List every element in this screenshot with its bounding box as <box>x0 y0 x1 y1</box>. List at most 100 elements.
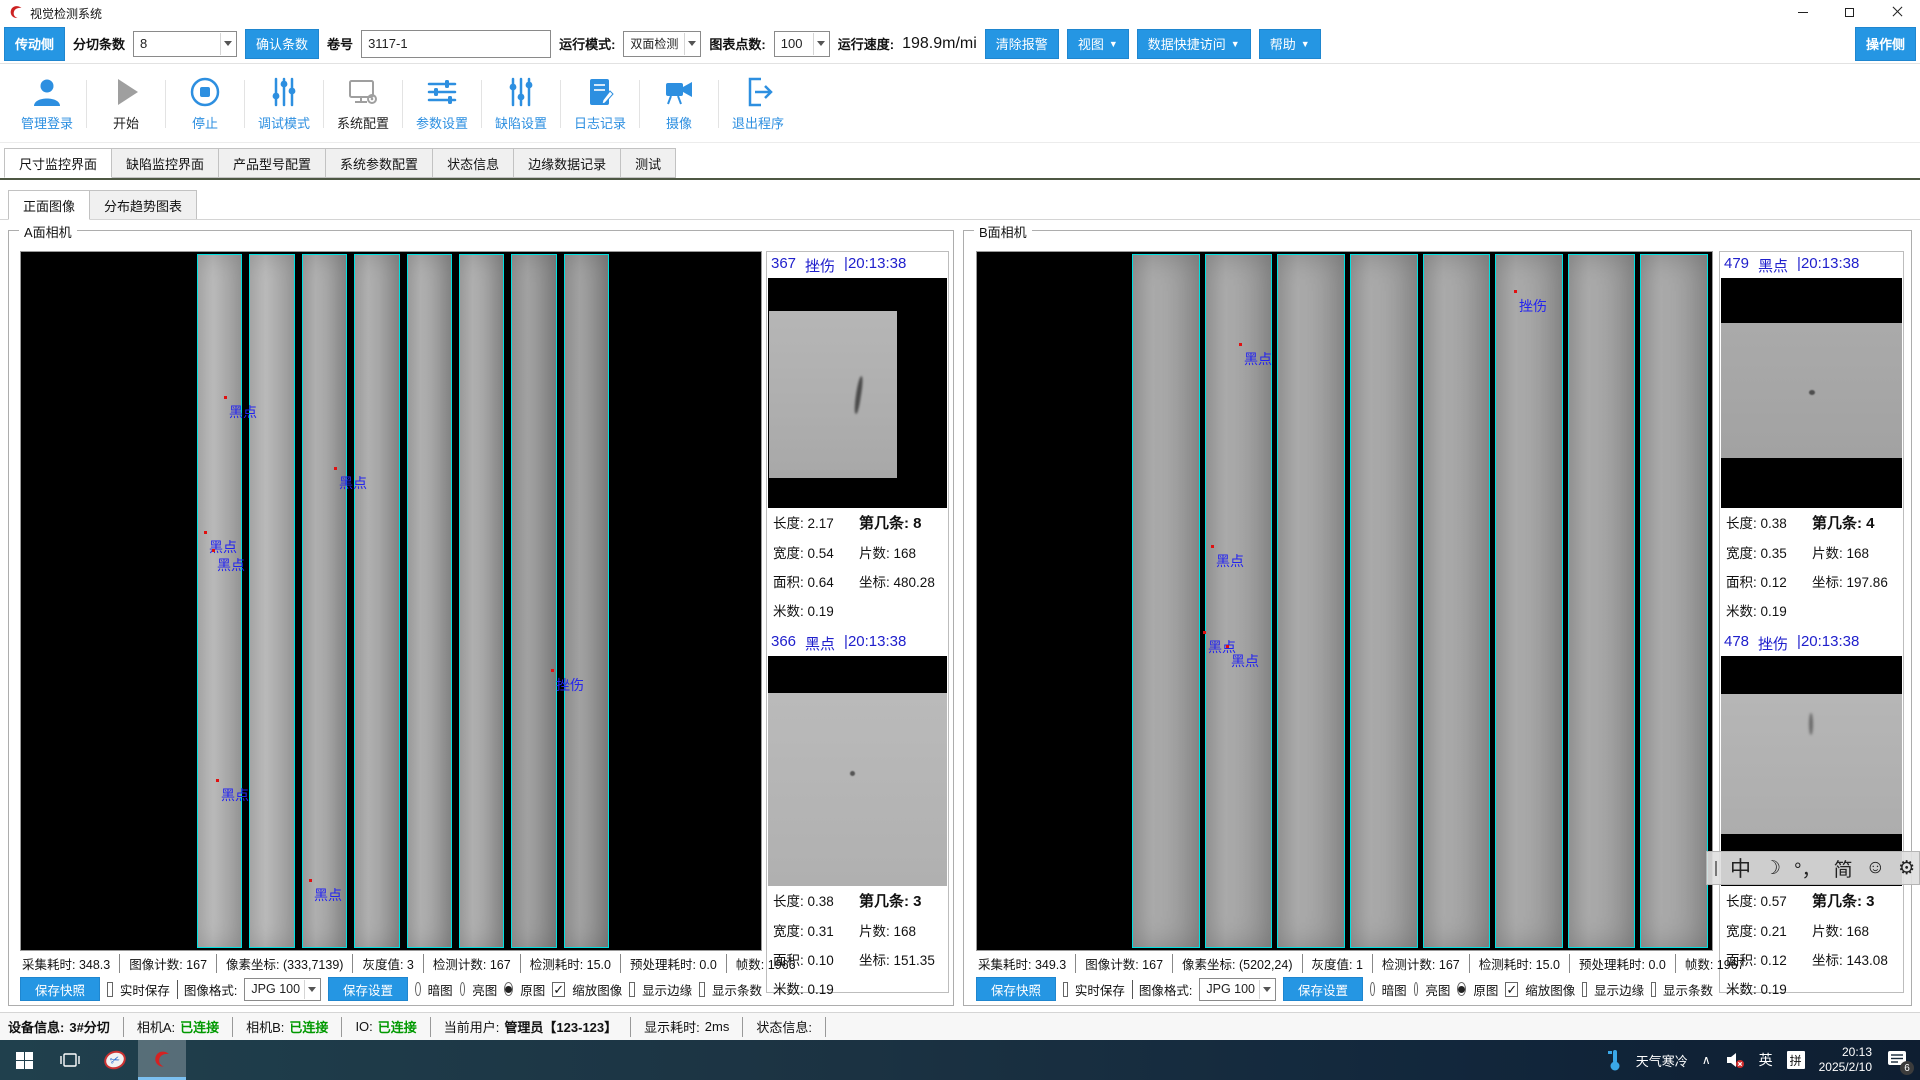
debug-mode-button[interactable]: 调试模式 <box>245 69 323 139</box>
stat-meter: 米数: 0.19 <box>1726 978 1812 998</box>
defect-type: 挫伤 <box>1758 633 1788 654</box>
stat-length: 长度: 0.57 <box>1726 890 1812 911</box>
tab-test[interactable]: 测试 <box>621 148 676 178</box>
ime-settings-gear-icon[interactable]: ⚙ <box>1898 857 1915 880</box>
view-menu-label: 视图 <box>1078 34 1104 53</box>
tab-product-model-config[interactable]: 产品型号配置 <box>219 148 326 178</box>
stop-button[interactable]: 停止 <box>166 69 244 139</box>
defect-settings-button[interactable]: 缺陷设置 <box>482 69 560 139</box>
defect-id: 478 <box>1724 633 1749 654</box>
menu-caret-icon: ▼ <box>1231 39 1240 49</box>
taskbar-clock[interactable]: 20:13 2025/2/10 <box>1819 1045 1872 1075</box>
defect-annotation-label: 黑点 <box>1231 651 1259 671</box>
original-image-radio[interactable] <box>504 982 513 996</box>
minimize-button[interactable] <box>1779 0 1826 24</box>
vision-app-taskbar-button[interactable] <box>138 1040 186 1080</box>
ime-punctuation-icon[interactable]: °， <box>1794 855 1821 882</box>
realtime-save-label: 实时保存 <box>1075 980 1125 999</box>
show-edge-checkbox[interactable] <box>629 982 635 997</box>
bright-image-radio[interactable] <box>1414 982 1419 996</box>
ime-simplified-button[interactable]: 简 <box>1834 855 1853 882</box>
defect-annotation-label: 黑点 <box>221 785 249 805</box>
view-menu-button[interactable]: 视图▼ <box>1067 29 1129 59</box>
data-quick-access-menu-button[interactable]: 数据快捷访问▼ <box>1137 29 1251 59</box>
tab-defect-monitor[interactable]: 缺陷监控界面 <box>112 148 219 178</box>
dark-image-radio[interactable] <box>1370 982 1375 996</box>
exit-icon <box>741 75 775 109</box>
subtab-distribution-trend-chart[interactable]: 分布趋势图表 <box>90 190 197 220</box>
dark-image-radio[interactable] <box>415 982 421 996</box>
defect-annotation-label: 黑点 <box>229 402 257 422</box>
tab-edge-data-record[interactable]: 边缘数据记录 <box>514 148 621 178</box>
roll-number-input[interactable] <box>361 30 551 58</box>
run-mode-select[interactable]: 双面检测 <box>623 31 701 57</box>
speaker-muted-icon[interactable] <box>1725 1051 1745 1069</box>
subtab-front-image[interactable]: 正面图像 <box>8 190 90 220</box>
show-strip-count-checkbox[interactable] <box>699 982 705 997</box>
parameter-settings-button[interactable]: 参数设置 <box>403 69 481 139</box>
clear-alarm-button[interactable]: 清除报警 <box>985 29 1059 59</box>
transmission-side-button[interactable]: 传动侧 <box>4 27 65 61</box>
weather-text[interactable]: 天气寒冷 <box>1636 1051 1688 1070</box>
chart-points-value: 100 <box>781 36 803 51</box>
language-indicator[interactable]: 英 <box>1759 1050 1773 1070</box>
maximize-button[interactable] <box>1826 0 1873 24</box>
defect-card[interactable]: 366 黑点 |20:13:38 长度: 0.38 第几条: 3 宽度: 0.3… <box>767 630 948 998</box>
task-view-button[interactable] <box>48 1040 92 1080</box>
defect-card[interactable]: 478 挫伤 |20:13:38 长度: 0.57 第几条: 3 宽度: 0.2… <box>1720 630 1903 998</box>
defect-card[interactable]: 479 黑点 |20:13:38 长度: 0.38 第几条: 4 宽度: 0.3… <box>1720 252 1903 620</box>
notification-center-button[interactable]: 6 <box>1886 1048 1910 1072</box>
zoom-image-checkbox[interactable] <box>1505 982 1518 997</box>
tab-system-parameter-config[interactable]: 系统参数配置 <box>326 148 433 178</box>
show-edge-checkbox[interactable] <box>1582 982 1587 997</box>
system-config-button[interactable]: 系统配置 <box>324 69 402 139</box>
zoom-image-label: 缩放图像 <box>1525 980 1575 999</box>
operation-side-button[interactable]: 操作侧 <box>1855 27 1916 61</box>
log-book-icon <box>583 75 617 109</box>
save-settings-button[interactable]: 保存设置 <box>328 977 408 1001</box>
help-label: 帮助 <box>1270 34 1296 53</box>
confirm-count-button[interactable]: 确认条数 <box>245 29 319 59</box>
ime-halfwidth-icon[interactable]: ☽ <box>1764 857 1781 880</box>
defect-card[interactable]: 367 挫伤 |20:13:38 长度: 2.17 第几条: 8 宽度: 0.5… <box>767 252 948 620</box>
status-gray-value: 灰度值: 3 <box>353 954 423 973</box>
slit-count-select[interactable]: 8 <box>133 31 237 57</box>
defect-mark <box>1809 390 1815 395</box>
video-capture-button[interactable]: 摄像 <box>640 69 718 139</box>
snipping-tool-button[interactable]: ✂ <box>92 1040 138 1080</box>
realtime-save-checkbox[interactable] <box>1063 982 1068 997</box>
ime-pinyin-indicator[interactable]: 拼 <box>1787 1051 1805 1069</box>
save-snapshot-button[interactable]: 保存快照 <box>976 977 1056 1001</box>
status-image-count: 图像计数: 167 <box>1076 954 1173 973</box>
save-settings-button[interactable]: 保存设置 <box>1283 977 1363 1001</box>
save-snapshot-button[interactable]: 保存快照 <box>20 977 100 1001</box>
chart-points-select[interactable]: 100 <box>774 31 830 57</box>
close-button[interactable] <box>1873 0 1920 24</box>
ime-emoji-icon[interactable]: ☺ <box>1866 857 1885 879</box>
defect-annotation-label: 挫伤 <box>556 675 584 695</box>
realtime-save-checkbox[interactable] <box>107 982 113 997</box>
image-format-select[interactable]: JPG 100 <box>1199 978 1276 1001</box>
log-record-button[interactable]: 日志记录 <box>561 69 639 139</box>
dropdown-arrow-icon <box>1259 980 1274 999</box>
ime-chinese-mode-button[interactable]: 中 <box>1730 853 1751 883</box>
admin-login-button[interactable]: 管理登录 <box>8 69 86 139</box>
stat-coord: 坐标: 151.35 <box>859 949 946 969</box>
image-format-select[interactable]: JPG 100 <box>244 978 321 1001</box>
hidden-icons-chevron[interactable]: ∧ <box>1702 1053 1711 1067</box>
tab-status-info[interactable]: 状态信息 <box>433 148 514 178</box>
exit-program-button[interactable]: 退出程序 <box>719 69 797 139</box>
bright-image-radio[interactable] <box>460 982 466 996</box>
camera-a-defect-panel: 367 挫伤 |20:13:38 长度: 2.17 第几条: 8 宽度: 0.5… <box>766 251 949 993</box>
status-detect-time: 检测耗时: 15.0 <box>1470 954 1570 973</box>
tab-size-monitor[interactable]: 尺寸监控界面 <box>4 148 112 178</box>
ime-drag-handle-icon[interactable] <box>1715 861 1717 876</box>
start-button[interactable]: 开始 <box>87 69 165 139</box>
original-image-radio[interactable] <box>1457 982 1466 996</box>
strip-outline <box>1568 254 1636 948</box>
show-strip-count-checkbox[interactable] <box>1651 982 1656 997</box>
zoom-image-checkbox[interactable] <box>552 982 565 997</box>
stat-pieces: 片数: 168 <box>1812 920 1901 940</box>
start-menu-button[interactable] <box>0 1040 48 1080</box>
help-menu-button[interactable]: 帮助▼ <box>1259 29 1321 59</box>
